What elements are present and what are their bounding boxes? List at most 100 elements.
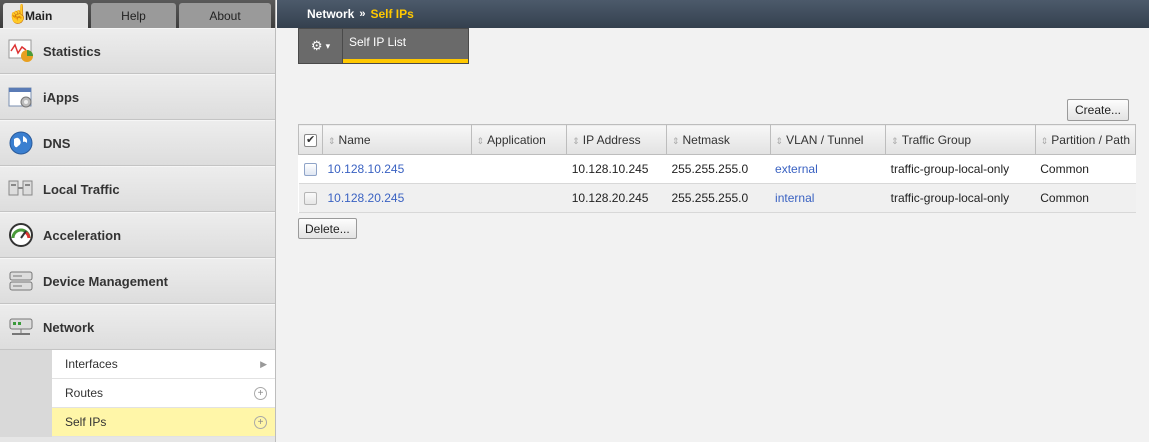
- chevron-right-icon: ▶: [260, 358, 267, 369]
- cell-traffic-group: traffic-group-local-only: [885, 154, 1036, 184]
- local-traffic-icon: [8, 176, 34, 202]
- sort-icon: ⇕: [775, 135, 784, 146]
- submenu-item-label: Self IPs: [65, 415, 107, 429]
- sidebar-item-label: iApps: [43, 89, 80, 105]
- column-header-label: IP Address: [582, 132, 641, 147]
- tab-about-label: About: [209, 8, 241, 23]
- cell-application: [471, 183, 567, 213]
- create-button[interactable]: Create...: [1067, 99, 1130, 121]
- sort-icon: ⇕: [476, 135, 485, 146]
- device-icon: [8, 268, 34, 294]
- sidebar-item-statistics[interactable]: Statistics: [0, 28, 275, 74]
- column-header-label: Partition / Path: [1051, 132, 1130, 147]
- main-content: Network » Self IPs ⚙ ▾ Self IP List Crea…: [277, 0, 1149, 442]
- select-all-header[interactable]: [298, 124, 323, 155]
- sidebar-item-device-management[interactable]: Device Management: [0, 258, 275, 304]
- column-header-label: Application: [487, 132, 546, 147]
- sidebar-item-local-traffic[interactable]: Local Traffic: [0, 166, 275, 212]
- self-ip-name-link[interactable]: 10.128.10.245: [328, 162, 405, 176]
- vlan-link[interactable]: internal: [775, 191, 814, 205]
- sort-icon: ⇕: [891, 135, 899, 146]
- sort-icon: ⇕: [572, 135, 580, 146]
- sidebar: ☝ Main Help About Statistics iApps DNS L…: [0, 0, 276, 442]
- speedometer-icon: [8, 222, 34, 248]
- cell-traffic-group: traffic-group-local-only: [885, 183, 1036, 213]
- gear-menu-button[interactable]: ⚙ ▾: [298, 28, 343, 64]
- sidebar-item-label: Statistics: [43, 43, 101, 59]
- column-header-label: VLAN / Tunnel: [786, 132, 864, 147]
- sidebar-item-dns[interactable]: DNS: [0, 120, 275, 166]
- hand-cursor-icon: ☝: [7, 4, 30, 24]
- column-header-name[interactable]: ⇕ Name: [322, 124, 472, 155]
- sidebar-item-iapps[interactable]: iApps: [0, 74, 275, 120]
- vlan-link[interactable]: external: [775, 162, 818, 176]
- tab-about[interactable]: About: [179, 3, 271, 28]
- tab-help[interactable]: Help: [91, 3, 176, 28]
- cell-netmask: 255.255.255.0: [666, 183, 771, 213]
- tab-self-ip-list-label: Self IP List: [349, 35, 407, 49]
- sidebar-item-label: DNS: [43, 135, 71, 151]
- sidebar-item-label: Device Management: [43, 273, 168, 289]
- column-header-application[interactable]: ⇕ Application: [470, 124, 568, 155]
- sidebar-tabs: ☝ Main Help About: [0, 0, 275, 28]
- breadcrumb-separator: »: [359, 8, 366, 20]
- column-header-partition-path[interactable]: ⇕ Partition / Path: [1034, 124, 1137, 155]
- cell-name: 10.128.20.245: [322, 183, 472, 213]
- self-ip-table: ⇕Name ⇕Application ⇕IP Address ⇕Netmask …: [298, 124, 1137, 213]
- add-self-ip-plus-icon[interactable]: +: [254, 415, 267, 429]
- iapps-icon: [8, 84, 34, 110]
- submenu-item-label: Interfaces: [65, 357, 118, 371]
- sort-icon: ⇕: [671, 135, 680, 146]
- sidebar-item-label: Network: [43, 319, 95, 335]
- submenu-item-self-ips[interactable]: Self IPs +: [52, 408, 275, 437]
- row-checkbox[interactable]: [303, 163, 317, 177]
- cell-partition: Common: [1035, 154, 1136, 184]
- table-row: 10.128.10.245 10.128.10.245 255.255.255.…: [298, 154, 1136, 184]
- column-header-netmask[interactable]: ⇕ Netmask: [665, 124, 771, 155]
- gear-icon: ⚙: [310, 38, 323, 53]
- cell-partition: Common: [1035, 183, 1136, 213]
- breadcrumb-section[interactable]: Network: [307, 7, 354, 21]
- tab-main[interactable]: ☝ Main: [3, 3, 88, 28]
- submenu-item-routes[interactable]: Routes +: [52, 379, 275, 408]
- sidebar-item-acceleration[interactable]: Acceleration: [0, 212, 275, 258]
- column-header-ip-address[interactable]: ⇕ IP Address: [566, 124, 667, 155]
- tab-help-label: Help: [121, 8, 146, 23]
- column-header-label: Netmask: [682, 132, 730, 147]
- chevron-down-icon: ▾: [325, 40, 331, 51]
- select-all-checkbox[interactable]: [304, 133, 317, 147]
- cell-application: [471, 154, 567, 184]
- table-row: 10.128.20.245 10.128.20.245 255.255.255.…: [298, 183, 1136, 213]
- active-tab-indicator: [343, 59, 468, 63]
- cell-vlan: external: [770, 154, 886, 184]
- network-submenu: Interfaces ▶ Routes + Self IPs +: [0, 350, 275, 437]
- cell-ip-address: 10.128.10.245: [566, 154, 667, 184]
- sidebar-item-network[interactable]: Network: [0, 304, 275, 350]
- self-ip-name-link[interactable]: 10.128.20.245: [328, 191, 405, 205]
- row-checkbox[interactable]: [303, 192, 317, 206]
- statistics-icon: [8, 38, 34, 64]
- column-header-label: Traffic Group: [901, 132, 972, 147]
- row-select-cell: [298, 154, 323, 184]
- submenu-item-interfaces[interactable]: Interfaces ▶: [52, 350, 275, 379]
- sidebar-item-label: Acceleration: [43, 227, 122, 243]
- cell-name: 10.128.10.245: [322, 154, 472, 184]
- dns-globe-icon: [8, 130, 34, 156]
- tab-bar: ⚙ ▾ Self IP List: [277, 28, 1149, 66]
- row-select-cell: [298, 183, 323, 213]
- add-route-plus-icon[interactable]: +: [254, 386, 267, 400]
- breadcrumb-current: Self IPs: [370, 7, 414, 21]
- column-header-traffic-group[interactable]: ⇕ Traffic Group: [885, 124, 1036, 155]
- network-icon: [8, 314, 34, 340]
- sort-icon: ⇕: [1040, 135, 1049, 146]
- sidebar-item-label: Local Traffic: [43, 181, 120, 197]
- cell-netmask: 255.255.255.0: [666, 154, 771, 184]
- column-header-vlan-tunnel[interactable]: ⇕ VLAN / Tunnel: [769, 124, 887, 155]
- tab-self-ip-list[interactable]: Self IP List: [343, 28, 469, 64]
- sort-icon: ⇕: [328, 135, 336, 146]
- cell-ip-address: 10.128.20.245: [566, 183, 667, 213]
- breadcrumb: Network » Self IPs: [277, 0, 1149, 28]
- column-header-label: Name: [338, 132, 371, 147]
- delete-button[interactable]: Delete...: [298, 218, 357, 239]
- table-header-row: ⇕Name ⇕Application ⇕IP Address ⇕Netmask …: [298, 124, 1137, 155]
